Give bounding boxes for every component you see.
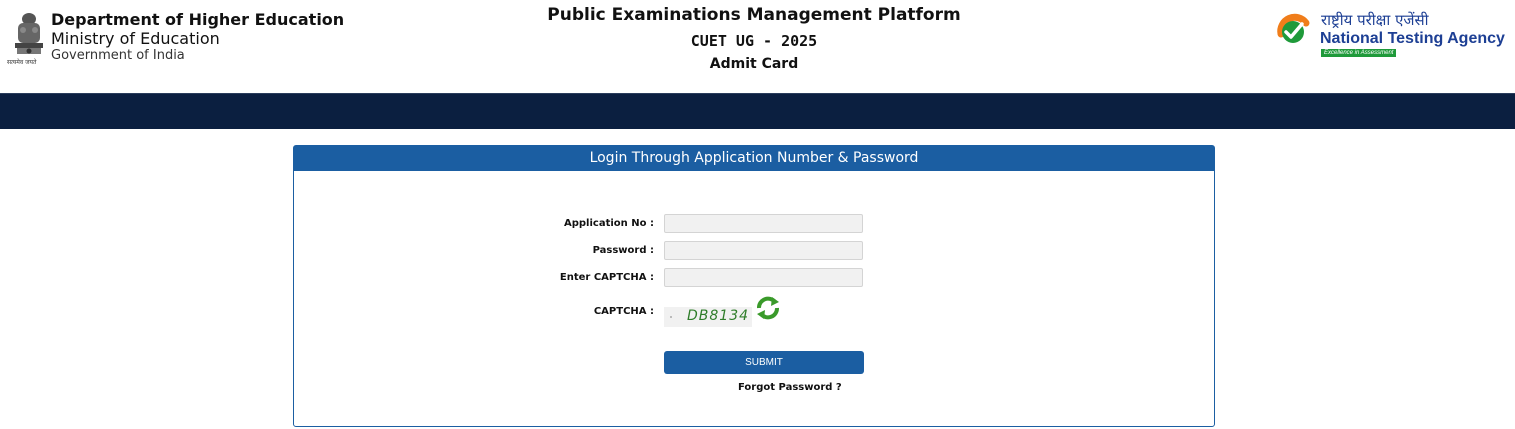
- page-title-block: Public Examinations Management Platform …: [500, 4, 1008, 76]
- application-no-input[interactable]: [664, 214, 863, 233]
- platform-title: Public Examinations Management Platform: [547, 5, 961, 25]
- application-no-row: Application No :: [294, 214, 1214, 234]
- captcha-input[interactable]: [664, 268, 863, 287]
- ministry-name: Ministry of Education: [51, 29, 220, 48]
- emblem-caption: सत्यमेव जयते: [7, 59, 37, 66]
- captcha-image: DB8134: [664, 307, 752, 327]
- nta-logo-icon: [1277, 13, 1310, 43]
- password-row: Password :: [294, 241, 1214, 261]
- captcha-row: CAPTCHA :: [294, 302, 1214, 322]
- exam-title: CUET UG - 2025: [690, 32, 818, 50]
- password-label: Password :: [592, 245, 654, 256]
- application-no-label: Application No :: [564, 218, 654, 229]
- login-panel: Login Through Application Number & Passw…: [293, 145, 1215, 427]
- navigation-bar: [0, 93, 1515, 129]
- refresh-captcha-icon[interactable]: [755, 295, 781, 321]
- page-title: Admit Card: [709, 56, 799, 72]
- login-panel-title: Login Through Application Number & Passw…: [294, 146, 1214, 171]
- forgot-password-link[interactable]: Forgot Password ?: [738, 382, 842, 393]
- captcha-label: CAPTCHA :: [593, 306, 654, 317]
- submit-button[interactable]: SUBMIT: [664, 351, 864, 374]
- government-name: Government of India: [51, 48, 185, 63]
- password-input[interactable]: [664, 241, 863, 260]
- enter-captcha-label: Enter CAPTCHA :: [559, 272, 654, 283]
- captcha-text: DB8134: [687, 308, 750, 324]
- agency-tagline: Excellence in Assessment: [1321, 49, 1397, 57]
- department-block: Department of Higher Education Ministry …: [51, 12, 344, 63]
- captcha-entry-row: Enter CAPTCHA :: [294, 268, 1214, 288]
- agency-name-hindi: राष्ट्रीय परीक्षा एजेंसी: [1321, 11, 1429, 29]
- agency-name: National Testing Agency: [1320, 30, 1505, 47]
- page-header: सत्यमेव जयते Department of Higher Educat…: [0, 0, 1515, 93]
